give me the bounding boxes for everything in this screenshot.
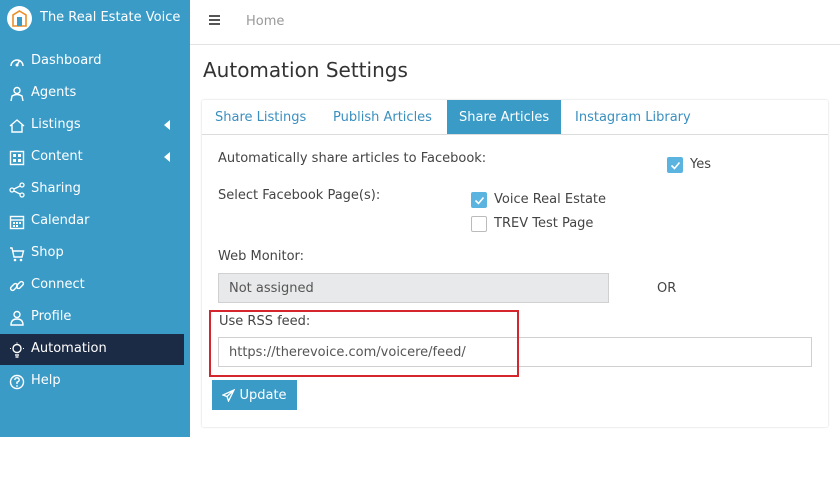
- house-logo-icon: [7, 6, 32, 31]
- sidebar-item-shop[interactable]: Shop: [0, 238, 184, 269]
- select-pages-label: Select Facebook Page(s):: [218, 188, 381, 203]
- sidebar-item-label: Sharing: [31, 181, 81, 196]
- sidebar-item-calendar[interactable]: Calendar: [0, 206, 184, 237]
- sidebar-item-label: Content: [31, 149, 83, 164]
- page-checkbox-trev-test-page[interactable]: [471, 216, 487, 232]
- send-icon: [222, 388, 236, 402]
- calendar-icon: [9, 215, 25, 230]
- sidebar-item-label: Help: [31, 373, 61, 388]
- sidebar-item-listings[interactable]: Listings: [0, 110, 184, 141]
- brand-name: The Real Estate Voice: [40, 10, 181, 25]
- link-icon: [9, 280, 25, 292]
- sidebar-item-automation[interactable]: Automation: [0, 334, 184, 365]
- sidebar-item-dashboard[interactable]: Dashboard: [0, 46, 184, 77]
- user-icon: [10, 310, 24, 326]
- tabs-divider: [202, 134, 828, 135]
- or-text: OR: [657, 281, 677, 296]
- update-button-label: Update: [239, 387, 287, 403]
- auto-share-yes-checkbox[interactable]: [667, 157, 683, 173]
- house-icon: [9, 119, 25, 133]
- web-monitor-field: Not assigned: [218, 273, 609, 303]
- page-checkbox-voice-real-estate[interactable]: [471, 192, 487, 208]
- sidebar-item-agents[interactable]: Agents: [0, 78, 184, 109]
- breadcrumb-home[interactable]: Home: [246, 14, 284, 29]
- sidebar-item-label: Profile: [31, 309, 72, 324]
- sidebar-item-content[interactable]: Content: [0, 142, 184, 173]
- sidebar-item-label: Automation: [31, 341, 107, 356]
- sidebar-item-label: Calendar: [31, 213, 90, 228]
- web-monitor-label: Web Monitor:: [218, 249, 305, 264]
- page-label-voice-real-estate: Voice Real Estate: [494, 192, 607, 207]
- sidebar-item-label: Dashboard: [31, 53, 102, 68]
- page-title: Automation Settings: [203, 58, 408, 82]
- update-button[interactable]: Update: [212, 380, 297, 410]
- tab-share-listings[interactable]: Share Listings: [203, 100, 318, 134]
- sidebar-item-label: Shop: [31, 245, 64, 260]
- sidebar-item-label: Connect: [31, 277, 85, 292]
- auto-share-label: Automatically share articles to Facebook…: [218, 151, 487, 166]
- page-label-trev-test-page: TREV Test Page: [494, 216, 594, 231]
- sidebar-item-connect[interactable]: Connect: [0, 270, 184, 301]
- tab-publish-articles[interactable]: Publish Articles: [321, 100, 444, 134]
- brand[interactable]: The Real Estate Voice: [0, 0, 190, 40]
- sidebar-item-label: Listings: [31, 117, 81, 132]
- sidebar-item-label: Agents: [31, 85, 77, 100]
- check-icon: [670, 161, 681, 170]
- top-bar: Home: [190, 0, 840, 45]
- caret-left-icon: [164, 152, 170, 162]
- caret-left-icon: [164, 120, 170, 130]
- agent-icon: [10, 86, 24, 102]
- share-icon: [9, 182, 25, 198]
- sidebar-item-sharing[interactable]: Sharing: [0, 174, 184, 205]
- highlight-box: [209, 310, 519, 377]
- hamburger-icon[interactable]: [209, 15, 220, 26]
- content-icon: [9, 150, 25, 166]
- tab-instagram-library[interactable]: Instagram Library: [563, 100, 703, 134]
- sidebar: The Real Estate Voice Dashboard Agents L…: [0, 0, 190, 437]
- tab-share-articles[interactable]: Share Articles: [447, 100, 562, 134]
- sidebar-item-profile[interactable]: Profile: [0, 302, 184, 333]
- dashboard-icon: [10, 59, 24, 67]
- sidebar-item-help[interactable]: Help: [0, 366, 184, 397]
- auto-share-yes-label: Yes: [690, 157, 711, 172]
- bulb-gear-icon: [10, 342, 24, 358]
- help-icon: [9, 374, 25, 390]
- check-icon: [474, 196, 485, 205]
- cart-icon: [10, 247, 25, 262]
